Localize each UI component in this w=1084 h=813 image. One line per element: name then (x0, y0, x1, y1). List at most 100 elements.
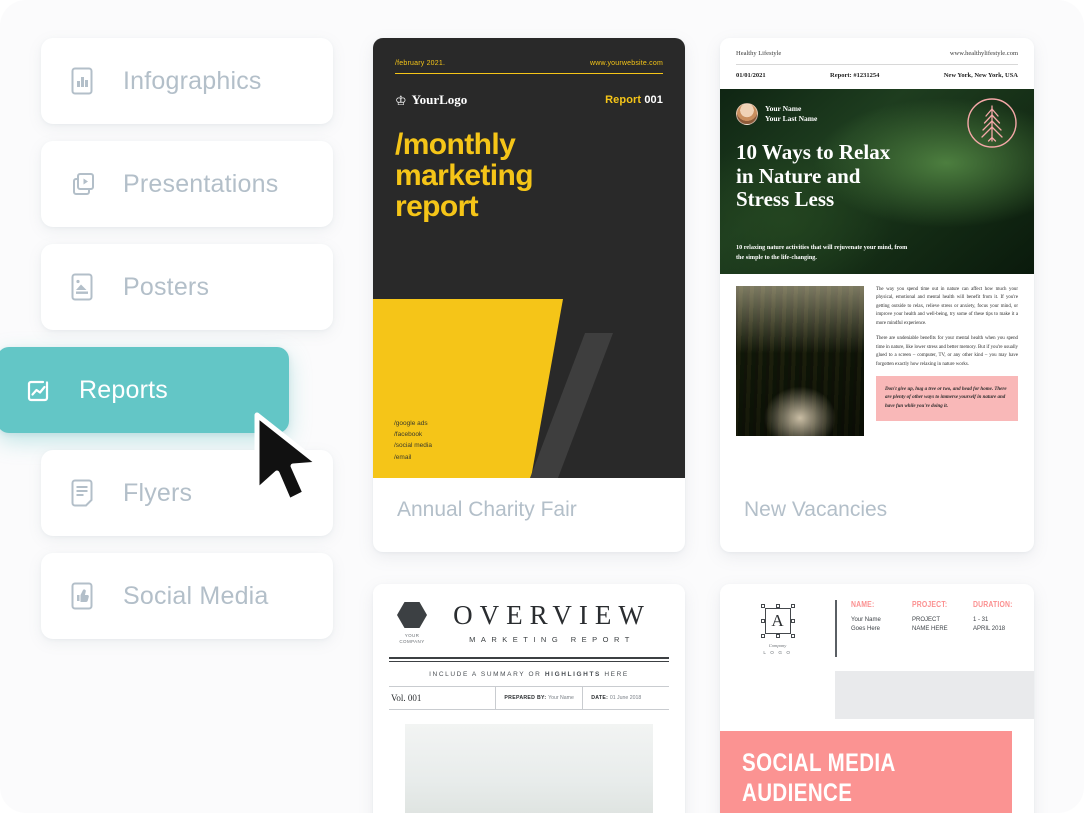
brand-logo: ♔ YourLogo (395, 92, 467, 108)
article-paragraph: There are undeniable benefits for your m… (876, 336, 1018, 367)
field-value: 1 - 31 APRIL 2018 (973, 616, 1034, 634)
field-key: NAME: (851, 600, 875, 609)
cover-website: www.yourwebsite.com (589, 60, 663, 67)
article-paragraph: The way you spend time out in nature can… (876, 287, 1018, 326)
headline-line-1: 10 Ways to Relax (736, 140, 891, 164)
template-thumbnail: Healthy Lifestyle www.healthylifestyle.c… (720, 38, 1034, 478)
prepared-by-value: Your Name (548, 695, 574, 702)
field-value-line-1: 1 - 31 (973, 617, 989, 623)
author-last-name: Your Last Name (765, 114, 818, 123)
overview-date: DATE: 01 June 2018 (582, 687, 669, 710)
field-key: PROJECT: (912, 600, 948, 609)
template-card-new-vacancies[interactable]: Healthy Lifestyle www.healthylifestyle.c… (720, 38, 1034, 552)
cover-title-line-2: marketing (395, 158, 534, 192)
article-headline: 10 Ways to Relax in Nature and Stress Le… (736, 140, 891, 212)
bar-chart-document-icon (65, 64, 99, 98)
smr-gray-band (835, 670, 1034, 719)
text-document-icon (65, 476, 99, 510)
cover-title-line-1: /monthly (395, 128, 516, 161)
article-header-row-bottom: 01/01/2021 Report: #1231254 New York, Ne… (736, 65, 1018, 79)
pine-tree-emblem-icon (966, 97, 1018, 149)
template-thumbnail: YOUR COMPANY OVERVIEW MARKETING REPORT I… (373, 584, 685, 813)
template-card-social-media-audience-report[interactable]: A Company L O G O NAME: Your Name Goes H… (720, 584, 1034, 813)
field-value-line-1: Your Name (851, 617, 881, 623)
sidebar-item-label: Posters (123, 272, 210, 301)
field-value-line-2: Goes Here (851, 626, 881, 632)
overview-subtitle: MARKETING REPORT (469, 635, 635, 644)
cover-meta-row: /february 2021. www.yourwebsite.com (395, 60, 663, 74)
hexagon-logo-icon (397, 602, 427, 628)
channel-item: /facebook (394, 430, 423, 438)
card-caption: Annual Charity Fair (397, 498, 577, 521)
author-name: Your Name Your Last Name (765, 104, 817, 124)
smr-logo-label: Company L O G O (720, 643, 835, 657)
logo-label: L O G O (763, 649, 792, 655)
article-date: 01/01/2021 (736, 72, 766, 79)
article-location: New York, New York, USA (943, 72, 1018, 79)
sidebar-item-infographics[interactable]: Infographics (41, 38, 333, 124)
article-forest-photo (736, 286, 864, 436)
smr-title: SOCIAL MEDIA AUDIENCE REPORT (742, 748, 963, 813)
company-logo-block: YOUR COMPANY (389, 602, 435, 645)
template-card-annual-charity-fair[interactable]: /february 2021. www.yourwebsite.com ♔ Yo… (373, 38, 685, 552)
summary-pre: INCLUDE A SUMMARY OR (429, 671, 545, 679)
overview-prepared-by: PREPARED BY: Your Name (495, 687, 582, 710)
author-block: Your Name Your Last Name (736, 103, 817, 125)
article-header: Healthy Lifestyle www.healthylifestyle.c… (720, 38, 1034, 79)
template-thumbnail: A Company L O G O NAME: Your Name Goes H… (720, 584, 1034, 813)
rule-thick (389, 657, 669, 660)
sidebar-item-label: Social Media (123, 581, 269, 610)
overview-summary-line: INCLUDE A SUMMARY OR HIGHLIGHTS HERE (389, 662, 669, 688)
template-thumbnail: /february 2021. www.yourwebsite.com ♔ Yo… (373, 38, 685, 478)
field-key: DURATION: (973, 600, 1013, 609)
sidebar-item-label: Infographics (123, 66, 262, 95)
smr-title-line-1: SOCIAL MEDIA (742, 748, 896, 777)
avatar (736, 103, 758, 125)
article-header-row-top: Healthy Lifestyle www.healthylifestyle.c… (736, 50, 1018, 65)
sidebar-item-label: Reports (79, 375, 168, 404)
smr-logo-block: A Company L O G O (720, 600, 835, 657)
field-value: PROJECT NAME HERE (912, 616, 973, 634)
template-browser-page: Infographics Presentations Posters Repor… (0, 0, 1084, 813)
sidebar-item-flyers[interactable]: Flyers (41, 450, 333, 536)
sidebar-item-posters[interactable]: Posters (41, 244, 333, 330)
sidebar-item-reports[interactable]: Reports (0, 347, 289, 433)
article-text-column: The way you spend time out in nature can… (876, 286, 1018, 436)
sidebar-item-label: Flyers (123, 478, 193, 507)
image-document-icon (65, 270, 99, 304)
report-number-badge: Report 001 (605, 94, 663, 106)
logo-label-italic: Company (768, 643, 787, 648)
smr-field: NAME: Your Name Goes Here (851, 600, 912, 657)
field-value: Your Name Goes Here (851, 616, 912, 634)
template-card-overview-marketing-report[interactable]: YOUR COMPANY OVERVIEW MARKETING REPORT I… (373, 584, 685, 813)
headline-line-2: in Nature and (736, 163, 861, 188)
company-label-line-2: COMPANY (399, 639, 425, 645)
sidebar-item-label: Presentations (123, 169, 279, 198)
channel-item: /google ads (394, 419, 428, 427)
cover-channel-list: /google ads /facebook /social media /ema… (394, 418, 432, 464)
report-cover-top: /february 2021. www.yourwebsite.com ♔ Yo… (373, 38, 685, 298)
cover-title: /monthly marketing report (395, 128, 663, 223)
smr-title-line-2: AUDIENCE (742, 779, 853, 808)
overview-forest-photo (405, 724, 653, 813)
channel-item: /email (394, 453, 412, 461)
brand-name: YourLogo (411, 92, 468, 107)
sidebar-item-presentations[interactable]: Presentations (41, 141, 333, 227)
overview-titles: OVERVIEW MARKETING REPORT (435, 602, 669, 645)
date-label: DATE: (591, 695, 609, 702)
smr-field-columns: NAME: Your Name Goes Here PROJECT: PROJE… (835, 600, 1034, 657)
website: www.healthylifestyle.com (949, 50, 1018, 57)
letter-a-logo-icon: A (760, 604, 795, 638)
overview-header: YOUR COMPANY OVERVIEW MARKETING REPORT (373, 584, 685, 645)
headline-line-3: Stress Less (736, 187, 835, 212)
field-value-line-2: APRIL 2018 (973, 626, 1006, 632)
card-caption: New Vacancies (744, 498, 888, 521)
smr-field: PROJECT: PROJECT NAME HERE (912, 600, 973, 657)
sidebar-item-social-media[interactable]: Social Media (41, 553, 333, 639)
slides-stack-icon (65, 167, 99, 201)
cover-brand-row: ♔ YourLogo Report 001 (395, 92, 663, 108)
article-body: The way you spend time out in nature can… (720, 274, 1034, 436)
article-report-id: Report: #1231254 (830, 72, 880, 79)
cover-date: /february 2021. (395, 60, 446, 67)
article-pull-quote: Don't give up, hug a tree or two, and he… (876, 375, 1018, 422)
